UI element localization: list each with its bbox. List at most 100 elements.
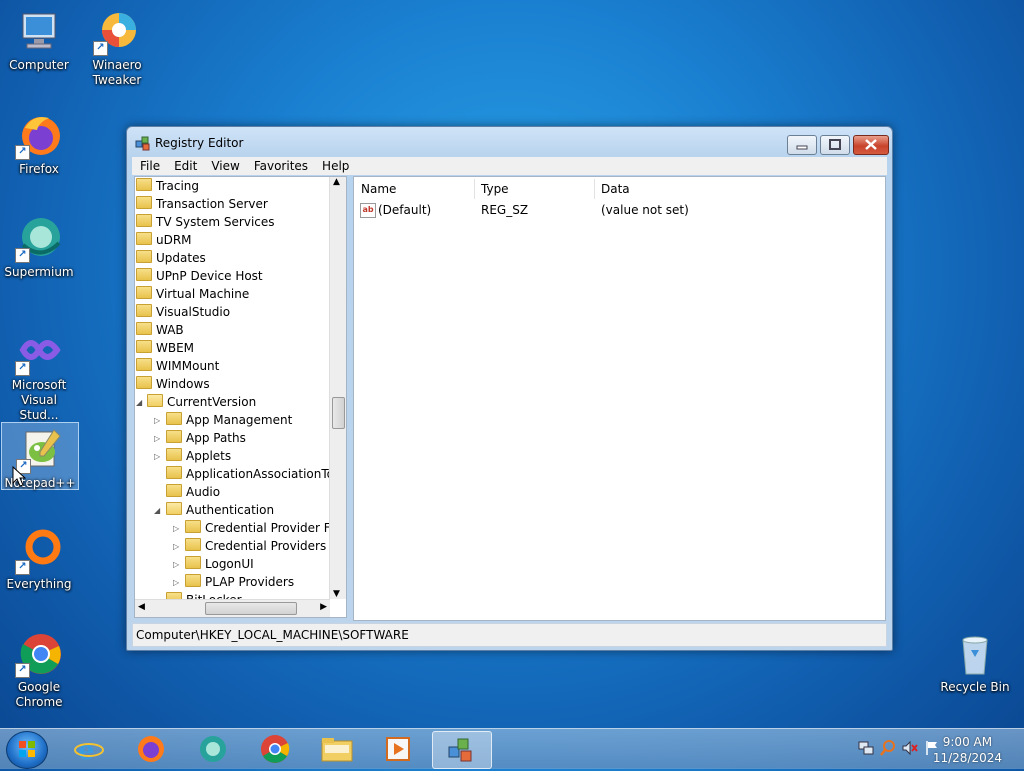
title-bar[interactable]: Registry Editor [127,127,892,157]
network-icon[interactable] [858,740,874,759]
scroll-thumb[interactable] [332,397,345,429]
tree-item-virtual-machine[interactable]: Virtual Machine [136,285,249,303]
status-path: Computer\HKEY_LOCAL_MACHINE\SOFTWARE [136,628,409,642]
taskbar-media-player[interactable] [372,731,426,767]
tree-item-udrm[interactable]: uDRM [136,231,192,249]
registry-tree[interactable]: Tracing Transaction Server TV System Ser… [134,176,347,618]
tree-item-wimmount[interactable]: WIMMount [136,357,219,375]
system-tray: 9:00 AM 11/28/2024 [834,729,1024,769]
visual-studio-icon: ↗ [15,328,63,376]
volume-muted-icon[interactable] [902,740,918,759]
expand-arrow-icon[interactable]: ▷ [154,416,160,425]
value-row[interactable]: ab (Default) REG_SZ (value not set) [354,200,884,220]
column-header-name[interactable]: Name [354,179,475,199]
expand-arrow-icon[interactable]: ▷ [173,578,179,587]
tree-item-logonui[interactable]: LogonUI [185,555,254,573]
desktop-icon-winaero-tweaker[interactable]: ↗ Winaero Tweaker [79,8,155,88]
clock[interactable]: 9:00 AM 11/28/2024 [933,734,1002,766]
winaero-tweaker-icon: ↗ [93,8,141,56]
menu-favorites[interactable]: Favorites [246,157,314,173]
folder-icon [185,520,201,533]
scroll-left-arrow-icon[interactable]: ◀ [138,602,145,612]
taskbar-chrome[interactable] [248,731,302,767]
tree-vertical-scrollbar[interactable]: ▲ ▼ [329,177,346,599]
registry-editor-icon [135,135,151,151]
tree-item-updates[interactable]: Updates [136,249,206,267]
everything-icon: ↗ [15,527,63,575]
taskbar-firefox[interactable] [124,731,178,767]
windows-logo-icon [19,741,35,757]
desktop-icon-google-chrome[interactable]: ↗ Google Chrome [1,630,77,710]
registry-editor-window: Registry Editor File Edit View Favorites Hel… [126,126,893,651]
tree-item-currentversion[interactable]: CurrentVersion [147,393,256,411]
tree-horizontal-scrollbar[interactable]: ◀ ▶ [135,599,330,617]
expand-arrow-icon[interactable]: ▷ [154,452,160,461]
values-list[interactable]: Name Type Data ab (Default) REG_SZ (valu… [353,176,886,621]
string-value-icon: ab [360,203,376,218]
tree-item-audio[interactable]: Audio [166,483,220,501]
tree-item-authentication[interactable]: Authentication [166,501,274,519]
value-type: REG_SZ [481,203,529,217]
tree-item-applets[interactable]: Applets [166,447,231,465]
tree-item-tracing[interactable]: Tracing [136,177,199,195]
tree-item-app-paths[interactable]: App Paths [166,429,246,447]
tree-item-plap-providers[interactable]: PLAP Providers [185,573,294,591]
scroll-right-arrow-icon[interactable]: ▶ [320,602,327,612]
tree-item-transaction-server[interactable]: Transaction Server [136,195,268,213]
chrome-icon [261,735,290,763]
taskbar-internet-explorer[interactable]: e [62,731,116,767]
shortcut-arrow-icon: ↗ [15,248,30,263]
folder-icon [136,376,152,389]
media-player-icon [386,737,410,761]
expand-arrow-icon[interactable]: ▷ [173,524,179,533]
scroll-thumb[interactable] [205,602,297,615]
desktop-icon-computer[interactable]: Computer [1,8,77,73]
shortcut-arrow-icon: ↗ [15,361,30,376]
scroll-up-arrow-icon[interactable]: ▲ [333,177,340,187]
open-folder-icon [166,502,182,515]
expand-arrow-icon[interactable]: ▷ [173,542,179,551]
tree-item-windows[interactable]: Windows [136,375,210,393]
menu-help[interactable]: Help [314,157,355,173]
tree-item-credential-providers[interactable]: Credential Providers [185,537,326,555]
folder-icon [166,430,182,443]
folder-icon [136,268,152,281]
desktop-icon-recycle-bin[interactable]: Recycle Bin [937,630,1013,695]
menu-file[interactable]: File [132,157,166,173]
column-header-data[interactable]: Data [594,179,881,199]
search-tray-icon[interactable] [880,740,896,759]
tree-item-tv-system-services[interactable]: TV System Services [136,213,275,231]
start-button[interactable] [6,731,48,769]
desktop-icon-visual-studio[interactable]: ↗ Microsoft Visual Stud... [1,328,77,423]
desktop-icon-supermium[interactable]: ↗ Supermium [1,215,77,280]
tree-item-wbem[interactable]: WBEM [136,339,194,357]
minimize-button[interactable] [787,135,817,155]
folder-icon [185,574,201,587]
desktop-icon-everything[interactable]: ↗ Everything [1,527,77,592]
tree-item-upnp-device-host[interactable]: UPnP Device Host [136,267,263,285]
desktop-icon-label: Winaero Tweaker [92,58,142,87]
menu-view[interactable]: View [203,157,245,173]
maximize-button[interactable] [820,135,850,155]
menu-edit[interactable]: Edit [166,157,203,173]
column-header-type[interactable]: Type [474,179,595,199]
tree-item-wab[interactable]: WAB [136,321,184,339]
collapse-arrow-icon[interactable]: ◢ [154,506,160,515]
taskbar-file-explorer[interactable] [310,731,364,767]
collapse-arrow-icon[interactable]: ◢ [136,398,142,407]
tree-item-app-management[interactable]: App Management [166,411,292,429]
open-folder-icon [147,394,163,407]
folder-icon [136,304,152,317]
tree-item-application-association-toasts[interactable]: ApplicationAssociationToa [166,465,341,483]
scroll-down-arrow-icon[interactable]: ▼ [333,589,340,599]
tree-item-credential-provider-filters[interactable]: Credential Provider Filte [185,519,346,537]
taskbar-registry-editor[interactable] [432,731,492,769]
taskbar-supermium[interactable] [186,731,240,767]
folder-icon [166,448,182,461]
chrome-icon: ↗ [15,630,63,678]
tree-item-visualstudio[interactable]: VisualStudio [136,303,230,321]
desktop-icon-firefox[interactable]: ↗ Firefox [1,112,77,177]
expand-arrow-icon[interactable]: ▷ [154,434,160,443]
close-button[interactable] [853,135,889,155]
expand-arrow-icon[interactable]: ▷ [173,560,179,569]
